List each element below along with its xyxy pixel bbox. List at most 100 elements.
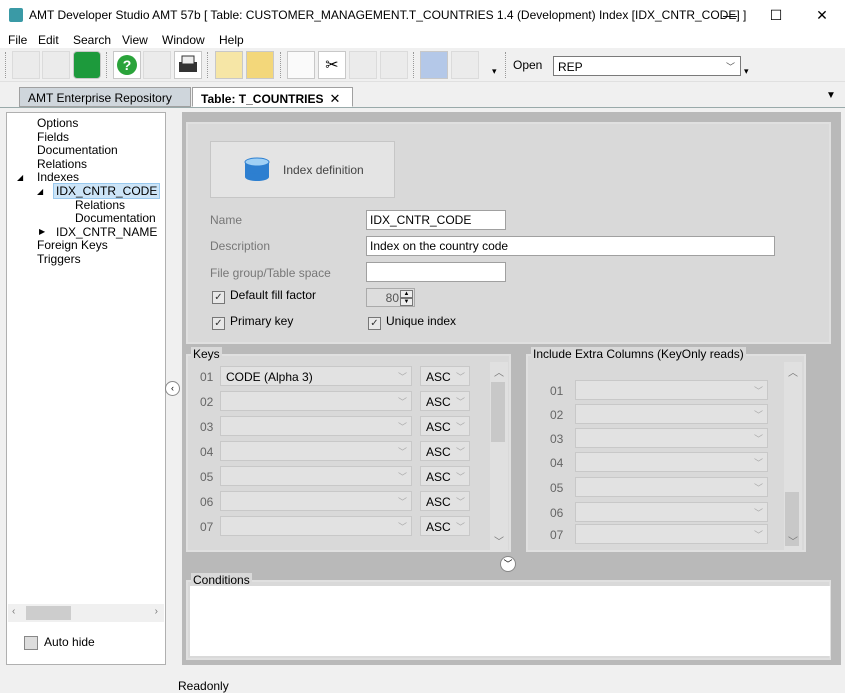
- tree-item-index-relations[interactable]: Relations: [75, 198, 125, 212]
- toolbar-overflow-icon[interactable]: ▾: [744, 66, 749, 77]
- extra-column-select[interactable]: ﹀: [575, 524, 768, 544]
- key-order-select[interactable]: ASC ﹀: [420, 391, 470, 411]
- chevron-down-icon[interactable]: ﹀: [398, 445, 407, 458]
- expand-triangle-icon[interactable]: ◢: [37, 187, 43, 196]
- key-column-select[interactable]: ﹀: [220, 491, 412, 511]
- toolbar-overflow-icon[interactable]: ▾: [492, 66, 497, 77]
- key-column-select[interactable]: ﹀: [220, 391, 412, 411]
- extra-column-select[interactable]: ﹀: [575, 380, 768, 400]
- search-icon[interactable]: [143, 51, 171, 79]
- chevron-down-icon[interactable]: ﹀: [398, 495, 407, 508]
- chevron-down-icon[interactable]: ﹀: [456, 470, 465, 483]
- tree-item-foreign-keys[interactable]: Foreign Keys: [37, 238, 108, 252]
- tree-item-idx-cntr-name[interactable]: IDX_CNTR_NAME: [56, 225, 157, 239]
- extra-column-select[interactable]: ﹀: [575, 404, 768, 424]
- scroll-down-icon[interactable]: ﹀: [788, 533, 798, 548]
- tag-icon[interactable]: [215, 51, 243, 79]
- menu-edit[interactable]: Edit: [38, 33, 59, 47]
- key-order-select[interactable]: ASC ﹀: [420, 516, 470, 536]
- fill-factor-stepper[interactable]: 80 ▲ ▼: [366, 288, 415, 307]
- collapse-panel-icon[interactable]: ‹: [165, 381, 180, 396]
- scroll-down-icon[interactable]: ﹀: [494, 533, 504, 548]
- tab-enterprise-repository[interactable]: AMT Enterprise Repository: [19, 87, 191, 107]
- menu-view[interactable]: View: [122, 33, 148, 47]
- key-order-select[interactable]: ASC ﹀: [420, 466, 470, 486]
- tree-item-relations[interactable]: Relations: [37, 157, 87, 171]
- chevron-down-icon[interactable]: ﹀: [456, 420, 465, 433]
- chevron-down-icon[interactable]: ﹀: [754, 384, 763, 397]
- chevron-down-icon[interactable]: ﹀: [456, 520, 465, 533]
- print-icon[interactable]: [174, 51, 202, 79]
- key-order-select[interactable]: ASC ﹀: [420, 491, 470, 511]
- help-icon[interactable]: ?: [113, 51, 141, 79]
- chevron-down-icon[interactable]: ﹀: [754, 506, 763, 519]
- tab-menu-icon[interactable]: ▼: [826, 90, 836, 101]
- key-column-select[interactable]: CODE (Alpha 3) ﹀: [220, 366, 412, 386]
- conditions-editor[interactable]: [190, 586, 830, 656]
- unique-index-checkbox[interactable]: ✓: [368, 317, 381, 330]
- extra-columns-scrollbar[interactable]: ︿ ﹀: [784, 362, 802, 550]
- chevron-down-icon[interactable]: ﹀: [456, 445, 465, 458]
- open-combo[interactable]: REP ﹀: [553, 56, 741, 76]
- tab-t-countries[interactable]: Table: T_COUNTRIES ✕: [192, 87, 353, 107]
- keys-scrollbar[interactable]: ︿ ﹀: [490, 362, 508, 550]
- chevron-down-icon[interactable]: ﹀: [754, 432, 763, 445]
- menu-window[interactable]: Window: [162, 33, 205, 47]
- export-icon[interactable]: [451, 51, 479, 79]
- save-all-icon[interactable]: [42, 51, 70, 79]
- tree-item-index-documentation[interactable]: Documentation: [75, 211, 156, 225]
- chevron-down-icon[interactable]: ﹀: [754, 528, 763, 541]
- chevron-down-icon[interactable]: ﹀: [398, 370, 407, 383]
- settings-folder-icon[interactable]: [246, 51, 274, 79]
- tree-item-options[interactable]: Options: [37, 116, 78, 130]
- chevron-down-icon[interactable]: ﹀: [726, 60, 735, 73]
- auto-hide-checkbox[interactable]: [24, 636, 38, 650]
- menu-file[interactable]: File: [8, 33, 27, 47]
- chevron-down-icon[interactable]: ﹀: [456, 395, 465, 408]
- description-field[interactable]: Index on the country code: [366, 236, 775, 256]
- chevron-down-icon[interactable]: ﹀: [398, 420, 407, 433]
- tree-item-idx-cntr-code[interactable]: IDX_CNTR_CODE: [53, 183, 161, 199]
- key-column-select[interactable]: ﹀: [220, 516, 412, 536]
- filegroup-field[interactable]: [366, 262, 506, 282]
- save-icon[interactable]: [12, 51, 40, 79]
- close-icon[interactable]: ✕: [329, 91, 340, 106]
- spin-up-icon[interactable]: ▲: [400, 290, 413, 298]
- spin-down-icon[interactable]: ▼: [400, 298, 413, 306]
- extra-column-select[interactable]: ﹀: [575, 502, 768, 522]
- scroll-thumb[interactable]: [26, 606, 71, 620]
- key-column-select[interactable]: ﹀: [220, 441, 412, 461]
- chevron-down-icon[interactable]: ﹀: [754, 481, 763, 494]
- minimize-button[interactable]: —: [707, 0, 753, 30]
- tree-item-triggers[interactable]: Triggers: [37, 252, 81, 266]
- tree-horizontal-scrollbar[interactable]: ‹ ›: [8, 604, 164, 622]
- chevron-down-icon[interactable]: ﹀: [456, 495, 465, 508]
- scroll-right-icon[interactable]: ›: [155, 606, 158, 617]
- chevron-down-icon[interactable]: ﹀: [398, 470, 407, 483]
- expand-section-icon[interactable]: ﹀: [500, 556, 516, 572]
- key-column-select[interactable]: ﹀: [220, 466, 412, 486]
- chevron-down-icon[interactable]: ﹀: [456, 370, 465, 383]
- cut-icon[interactable]: ✂: [318, 51, 346, 79]
- name-field[interactable]: IDX_CNTR_CODE: [366, 210, 506, 230]
- maximize-button[interactable]: ☐: [753, 0, 799, 30]
- close-button[interactable]: ✕: [799, 0, 845, 30]
- key-order-select[interactable]: ASC ﹀: [420, 366, 470, 386]
- scroll-thumb[interactable]: [491, 382, 505, 442]
- extra-column-select[interactable]: ﹀: [575, 452, 768, 472]
- key-order-select[interactable]: ASC ﹀: [420, 416, 470, 436]
- menu-help[interactable]: Help: [219, 33, 244, 47]
- default-fill-factor-checkbox[interactable]: ✓: [212, 291, 225, 304]
- menu-search[interactable]: Search: [73, 33, 111, 47]
- extra-column-select[interactable]: ﹀: [575, 477, 768, 497]
- tree-item-documentation[interactable]: Documentation: [37, 143, 118, 157]
- collapsed-triangle-icon[interactable]: ▶: [39, 227, 45, 236]
- primary-key-checkbox[interactable]: ✓: [212, 317, 225, 330]
- scroll-up-icon[interactable]: ︿: [494, 364, 504, 379]
- paste-icon[interactable]: [349, 51, 377, 79]
- chevron-down-icon[interactable]: ﹀: [398, 520, 407, 533]
- chevron-down-icon[interactable]: ﹀: [754, 408, 763, 421]
- scroll-up-icon[interactable]: ︿: [788, 364, 798, 379]
- extra-column-select[interactable]: ﹀: [575, 428, 768, 448]
- copy-icon[interactable]: [287, 51, 315, 79]
